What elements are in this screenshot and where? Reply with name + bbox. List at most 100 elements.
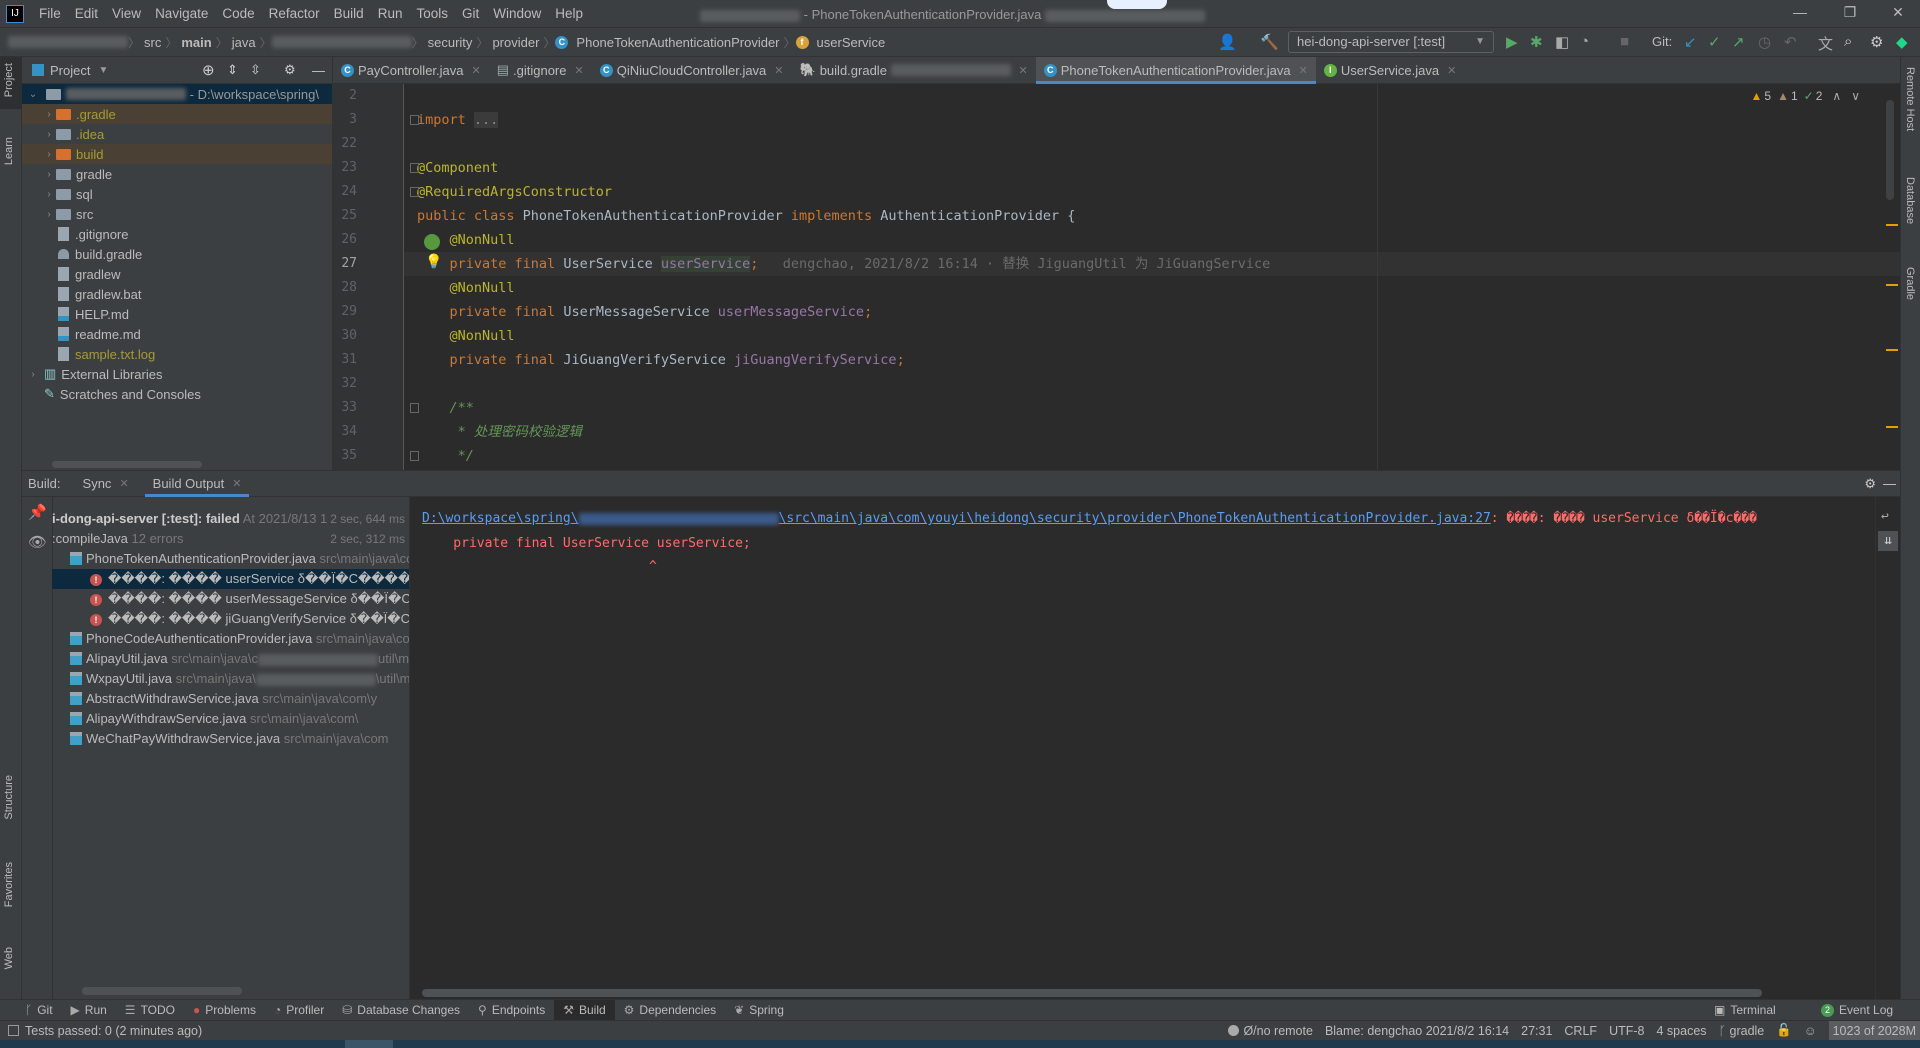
blame-status[interactable]: Blame: dengchao 2021/8/2 16:14 [1325,1024,1509,1038]
build-tree-item[interactable]: WxpayUtil.java src\main\java\ \util\mor [70,669,409,689]
build-tree-item[interactable]: AlipayWithdrawService.java src\main\java… [70,709,358,729]
build-tree-item[interactable]: PhoneTokenAuthenticationProvider.java sr… [70,549,409,569]
tree-item[interactable]: › src [22,204,332,224]
chevron-right-icon[interactable]: › [42,149,56,160]
vcs-branch[interactable]: ᚴ gradle [1719,1024,1765,1038]
memory-indicator[interactable]: 1023 of 2028M [1828,1020,1920,1041]
coverage-icon[interactable]: ◧ [1555,33,1569,51]
crumb-class[interactable]: PhoneTokenAuthenticationProvider [572,35,783,50]
translate-icon[interactable]: 文 [1818,33,1833,54]
build-tree-item[interactable]: WeChatPayWithdrawService.java src\main\j… [70,729,389,749]
build-tree-item[interactable]: AlipayUtil.java src\main\java\c util\mon [70,649,409,669]
build-tree-scrollbar[interactable] [82,987,242,995]
chevron-down-icon[interactable]: ⌄ [26,89,40,100]
close-tab-icon[interactable]: ✕ [1019,64,1028,77]
debug-icon[interactable]: ✱ [1530,33,1543,51]
error-file-link[interactable]: D:\workspace\spring\ [422,511,579,526]
build-hammer-icon[interactable]: 🔨 [1260,33,1279,51]
tool-window-favorites[interactable]: Favorites [3,862,15,907]
chevron-right-icon[interactable]: › [42,189,56,200]
build-settings-gear-icon[interactable]: ⚙ [1864,476,1876,492]
tool-build[interactable]: ⚒ Build [554,999,615,1021]
tree-root[interactable]: ⌄ - D:\workspace\spring\ [22,84,332,104]
tree-item[interactable]: .gitignore [22,224,332,244]
git-rollback-icon[interactable]: ↶ [1784,33,1797,51]
tree-item[interactable]: gradlew.bat [22,284,332,304]
menu-help[interactable]: Help [548,6,590,21]
close-icon[interactable]: ✕ [232,477,241,490]
chevron-right-icon[interactable]: › [42,209,56,220]
settings-gear-icon[interactable]: ⚙ [1870,33,1883,51]
close-window-button[interactable]: ✕ [1878,4,1918,21]
locate-icon[interactable]: ⊕ [202,61,215,79]
menu-navigate[interactable]: Navigate [148,6,215,21]
menu-run[interactable]: Run [371,6,410,21]
tool-event-log[interactable]: 2 Event Log [1812,1000,1902,1021]
crumb-java[interactable]: java [228,35,260,50]
tool-window-project[interactable]: Project [3,63,15,97]
error-file-link-path[interactable]: \src\main\java\com\youyi\heidong\securit… [779,511,1491,526]
chevron-right-icon[interactable]: › [42,129,56,140]
menu-edit[interactable]: Edit [68,6,105,21]
editor-tab[interactable]: C PayController.java ✕ [333,57,489,84]
tree-item[interactable]: › .gradle [22,104,332,124]
indent-setting[interactable]: 4 spaces [1656,1024,1706,1038]
editor-scrollbar[interactable] [1886,100,1894,200]
tool-dependencies[interactable]: ⚙ Dependencies [615,1000,726,1021]
tool-window-remote-host[interactable]: Remote Host [1904,67,1916,131]
close-tab-icon[interactable]: ✕ [472,64,481,77]
close-tab-icon[interactable]: ✕ [575,64,584,77]
lock-icon[interactable]: 🔓 [1776,1023,1792,1038]
collapse-all-icon[interactable]: ⇳ [250,62,261,78]
code-editor[interactable]: 2 3 22 23 24 25 26 27 28 29 30 31 32 33 34 35 import ..… [333,84,1900,470]
hide-panel-icon[interactable]: — [312,63,325,78]
menu-window[interactable]: Window [486,6,548,21]
soft-wrap-icon[interactable]: ↩ [1881,509,1889,524]
tree-external-libraries[interactable]: › ▥ External Libraries [22,364,332,384]
project-crumb[interactable] [8,36,128,48]
tree-scratches[interactable]: ✎ Scratches and Consoles [22,384,332,404]
pin-icon[interactable]: 📌 [28,503,47,521]
options-gear-icon[interactable]: ⚙ [284,62,296,78]
menu-code[interactable]: Code [215,6,261,21]
tree-item[interactable]: › gradle [22,164,332,184]
tool-window-structure[interactable]: Structure [3,775,15,820]
tree-item[interactable]: build.gradle [22,244,332,264]
chevron-right-icon[interactable]: › [42,169,56,180]
tree-item[interactable]: gradlew [22,264,332,284]
inspector-icon[interactable]: ☺ [1804,1024,1817,1038]
build-tree-item[interactable]: i-dong-api-server [:test]: failed At 202… [52,509,335,529]
menu-tools[interactable]: Tools [409,6,455,21]
git-update-icon[interactable]: ↙ [1684,33,1697,51]
tree-item[interactable]: › .idea [22,124,332,144]
hide-build-panel-icon[interactable]: — [1883,476,1896,491]
tool-git[interactable]: ᚴ Git [16,1000,62,1021]
chevron-right-icon[interactable]: › [42,109,56,120]
fold-marker-icon[interactable] [410,451,419,461]
editor-tab[interactable]: C QiNiuCloudController.java ✕ [592,57,792,84]
line-separator[interactable]: CRLF [1564,1024,1597,1038]
tab-build-output[interactable]: Build Output ✕ [144,471,250,497]
implementation-gutter-icon[interactable] [424,234,440,250]
git-commit-icon[interactable]: ✓ [1708,33,1721,51]
search-icon[interactable]: ⌕ [1844,33,1852,50]
menu-file[interactable]: File [32,6,68,21]
menu-view[interactable]: View [105,6,148,21]
tool-database-changes[interactable]: ⛁ Database Changes [333,1000,469,1021]
git-history-icon[interactable]: ◷ [1758,33,1771,51]
fold-marker-icon[interactable] [410,163,419,173]
menu-git[interactable]: Git [455,6,486,21]
maximize-button[interactable]: ❐ [1830,4,1870,21]
tool-run[interactable]: ▶ Run [62,1000,116,1021]
fold-marker-icon[interactable] [410,403,419,413]
tree-item[interactable]: HELP.md [22,304,332,324]
close-tab-icon[interactable]: ✕ [1447,64,1456,77]
editor-tab[interactable]: C PhoneTokenAuthenticationProvider.java ✕ [1035,56,1316,84]
tool-profiler[interactable]: ◔ Profiler [265,1000,333,1021]
build-output-console[interactable]: D:\workspace\spring\ \src\main\java\com\y… [410,497,1900,1000]
tool-spring[interactable]: ❦ Spring [725,1000,793,1021]
status-toggle-icon[interactable] [8,1025,19,1036]
close-tab-icon[interactable]: ✕ [774,64,783,77]
prev-highlight-icon[interactable]: ∧ [1832,89,1841,103]
tab-sync[interactable]: Sync ✕ [79,471,133,497]
